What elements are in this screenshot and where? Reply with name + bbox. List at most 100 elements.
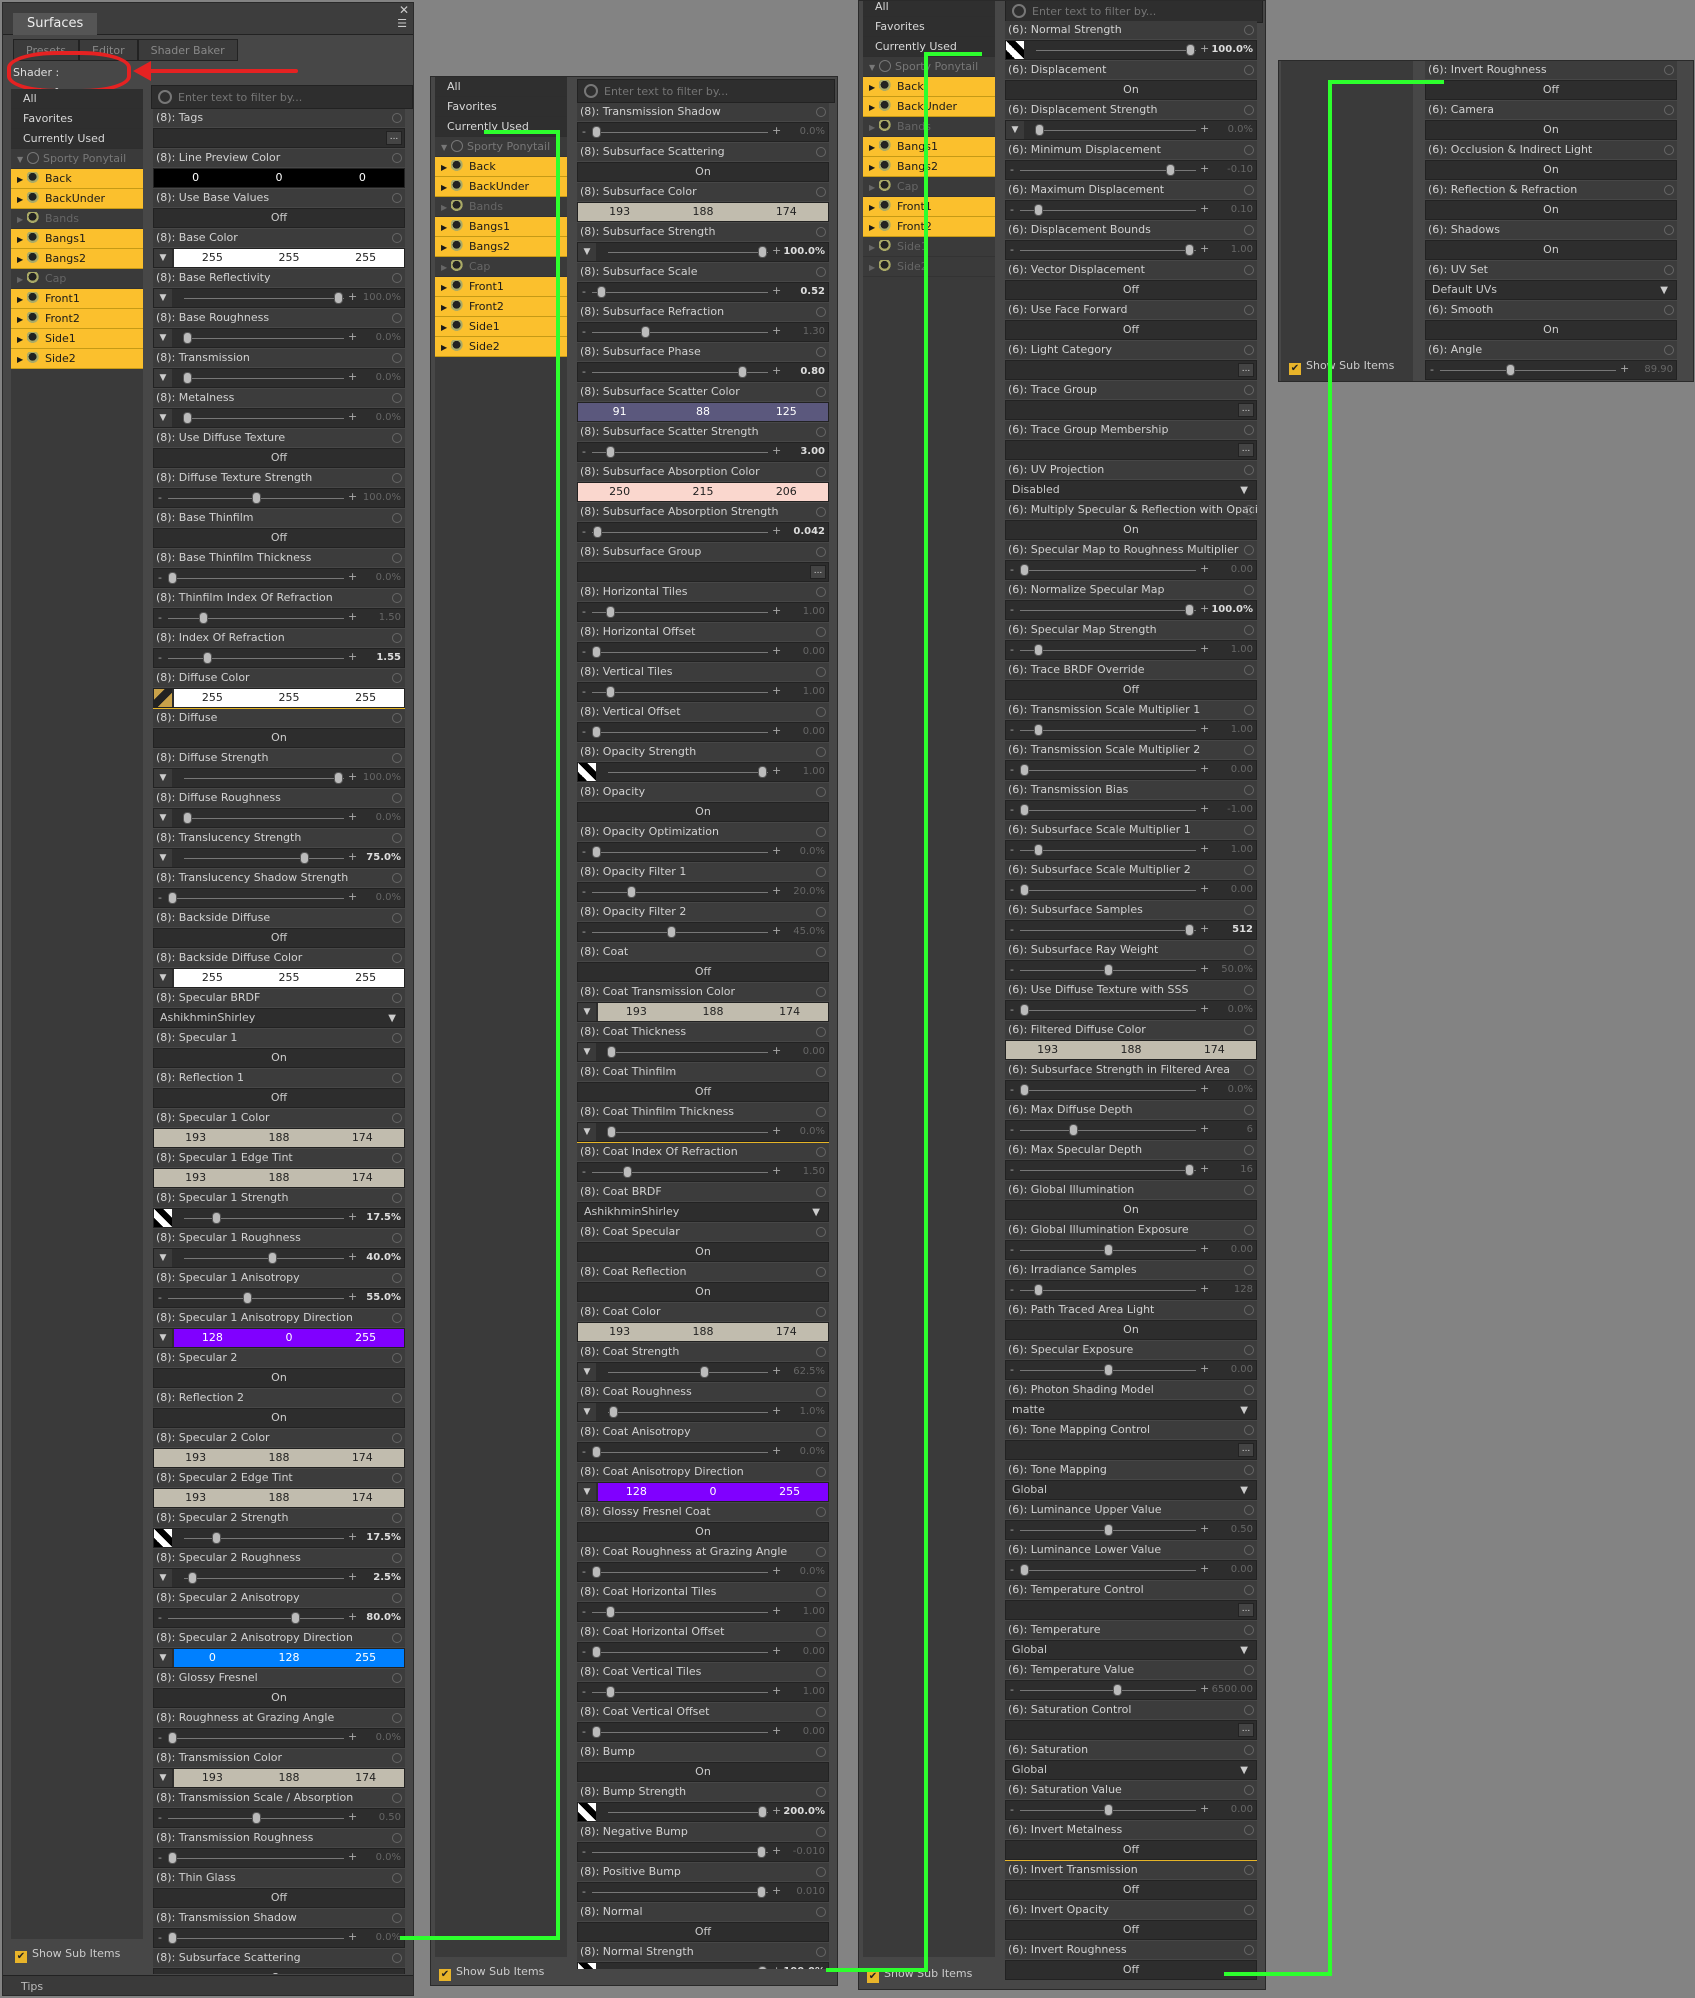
- value-slider[interactable]: - +0.0%: [577, 842, 829, 862]
- toggle-button[interactable]: On: [1005, 1320, 1257, 1340]
- gear-icon[interactable]: [392, 1193, 402, 1203]
- checkbox-icon[interactable]: ✔: [439, 1969, 451, 1981]
- plus-icon[interactable]: +: [348, 330, 357, 343]
- gear-icon[interactable]: [392, 353, 402, 363]
- slider-track[interactable]: [592, 332, 768, 333]
- slider-track[interactable]: [1020, 1570, 1196, 1571]
- dropdown-arrow-icon[interactable]: ▼: [154, 249, 172, 267]
- minus-icon[interactable]: -: [582, 685, 586, 698]
- gear-icon[interactable]: [1244, 1825, 1254, 1835]
- minus-icon[interactable]: -: [582, 125, 586, 138]
- slider-value[interactable]: 62.5%: [793, 1366, 825, 1377]
- tips-bar[interactable]: Tips: [3, 1975, 413, 1995]
- toggle-button[interactable]: On: [1425, 120, 1677, 140]
- slider-value[interactable]: 0.52: [800, 286, 825, 297]
- gear-icon[interactable]: [392, 1673, 402, 1683]
- nav-item[interactable]: Currently Used: [435, 117, 567, 137]
- slider-value[interactable]: 0.0%: [376, 572, 401, 583]
- chevron-right-icon[interactable]: ▶: [869, 238, 879, 256]
- plus-icon[interactable]: +: [1200, 1562, 1209, 1575]
- slider-value[interactable]: 0.00: [1231, 564, 1253, 575]
- plus-icon[interactable]: +: [1200, 882, 1209, 895]
- slider-track[interactable]: [1020, 1090, 1196, 1091]
- gear-icon[interactable]: [1664, 145, 1674, 155]
- slider-track[interactable]: [592, 1732, 768, 1733]
- value-slider[interactable]: ▼ +0.0%: [153, 368, 405, 388]
- plus-icon[interactable]: +: [772, 1444, 781, 1457]
- plus-icon[interactable]: +: [348, 570, 357, 583]
- color-swatch[interactable]: 91 88 125: [578, 403, 828, 421]
- plus-icon[interactable]: +: [348, 1930, 357, 1943]
- value-slider[interactable]: - +1.00: [1005, 840, 1257, 860]
- slider-handle[interactable]: [1166, 164, 1175, 176]
- gear-icon[interactable]: [1244, 1945, 1254, 1955]
- slider-handle[interactable]: [168, 892, 177, 904]
- gear-icon[interactable]: [816, 267, 826, 277]
- surface-item[interactable]: ▶ Front2: [863, 217, 995, 237]
- slider-value[interactable]: 0.50: [379, 1812, 401, 1823]
- slider-handle[interactable]: [606, 1686, 615, 1698]
- value-slider[interactable]: ▼ +0.0%: [153, 408, 405, 428]
- slider-value[interactable]: 100.0%: [363, 492, 401, 503]
- gear-icon[interactable]: [1664, 345, 1674, 355]
- value-slider[interactable]: - +0.0%: [577, 122, 829, 142]
- slider-value[interactable]: 1.00: [1231, 844, 1253, 855]
- toggle-button[interactable]: On: [1425, 200, 1677, 220]
- toggle-button[interactable]: Off: [153, 208, 405, 228]
- slider-handle[interactable]: [203, 652, 212, 664]
- plus-icon[interactable]: +: [348, 370, 357, 383]
- plus-icon[interactable]: +: [348, 1850, 357, 1863]
- value-slider[interactable]: - +16: [1005, 1160, 1257, 1180]
- gear-icon[interactable]: [392, 673, 402, 683]
- slider-handle[interactable]: [700, 1366, 709, 1378]
- toggle-button[interactable]: On: [1005, 80, 1257, 100]
- chevron-right-icon[interactable]: ▶: [17, 330, 27, 348]
- slider-track[interactable]: [184, 858, 344, 859]
- slider-value[interactable]: 1.00: [803, 606, 825, 617]
- slider-value[interactable]: 1.50: [379, 612, 401, 623]
- more-icon[interactable]: ...: [386, 131, 402, 145]
- slider-track[interactable]: [592, 532, 768, 533]
- value-slider[interactable]: - +0.010: [577, 1882, 829, 1902]
- value-slider[interactable]: - +1.00: [1005, 640, 1257, 660]
- slider-track[interactable]: [608, 252, 768, 253]
- chevron-right-icon[interactable]: ▶: [869, 198, 879, 216]
- slider-handle[interactable]: [183, 372, 192, 384]
- slider-handle[interactable]: [1104, 1244, 1113, 1256]
- value-slider[interactable]: - +128: [1005, 1280, 1257, 1300]
- slider-handle[interactable]: [1020, 1084, 1029, 1096]
- panel-menu-icon[interactable]: ☰: [397, 17, 407, 30]
- gear-icon[interactable]: [392, 1913, 402, 1923]
- slider-handle[interactable]: [758, 246, 767, 258]
- slider-handle[interactable]: [597, 286, 606, 298]
- gear-icon[interactable]: [392, 953, 402, 963]
- dropdown-arrow-icon[interactable]: ▼: [578, 1003, 596, 1021]
- slider-handle[interactable]: [757, 1846, 766, 1858]
- gear-icon[interactable]: [816, 787, 826, 797]
- value-slider[interactable]: - +1.50: [153, 608, 405, 628]
- gear-icon[interactable]: [816, 707, 826, 717]
- color-picker[interactable]: 250 215 206: [577, 482, 829, 502]
- chevron-right-icon[interactable]: ▶: [441, 298, 451, 316]
- surface-item[interactable]: ▶ Bands: [11, 209, 143, 229]
- minus-icon[interactable]: -: [582, 645, 586, 658]
- gear-icon[interactable]: [1664, 225, 1674, 235]
- gear-icon[interactable]: [816, 1307, 826, 1317]
- plus-icon[interactable]: +: [772, 924, 781, 937]
- slider-value[interactable]: 100.0%: [363, 292, 401, 303]
- color-picker[interactable]: ▼ 0 128 255: [153, 1648, 405, 1668]
- gear-icon[interactable]: [816, 1747, 826, 1757]
- gear-icon[interactable]: [816, 1667, 826, 1677]
- slider-track[interactable]: [592, 1892, 768, 1893]
- slider-track[interactable]: [1020, 1690, 1196, 1691]
- plus-icon[interactable]: +: [772, 1604, 781, 1617]
- slider-track[interactable]: [184, 338, 344, 339]
- value-slider[interactable]: - +1.00: [577, 682, 829, 702]
- color-swatch[interactable]: 193 188 174: [578, 1323, 828, 1341]
- plus-icon[interactable]: +: [1200, 122, 1209, 135]
- color-picker[interactable]: 0 0 0: [153, 168, 405, 188]
- slider-handle[interactable]: [592, 1726, 601, 1738]
- plus-icon[interactable]: +: [772, 1844, 781, 1857]
- slider-track[interactable]: [1020, 250, 1196, 251]
- value-slider[interactable]: - +100.0%: [153, 488, 405, 508]
